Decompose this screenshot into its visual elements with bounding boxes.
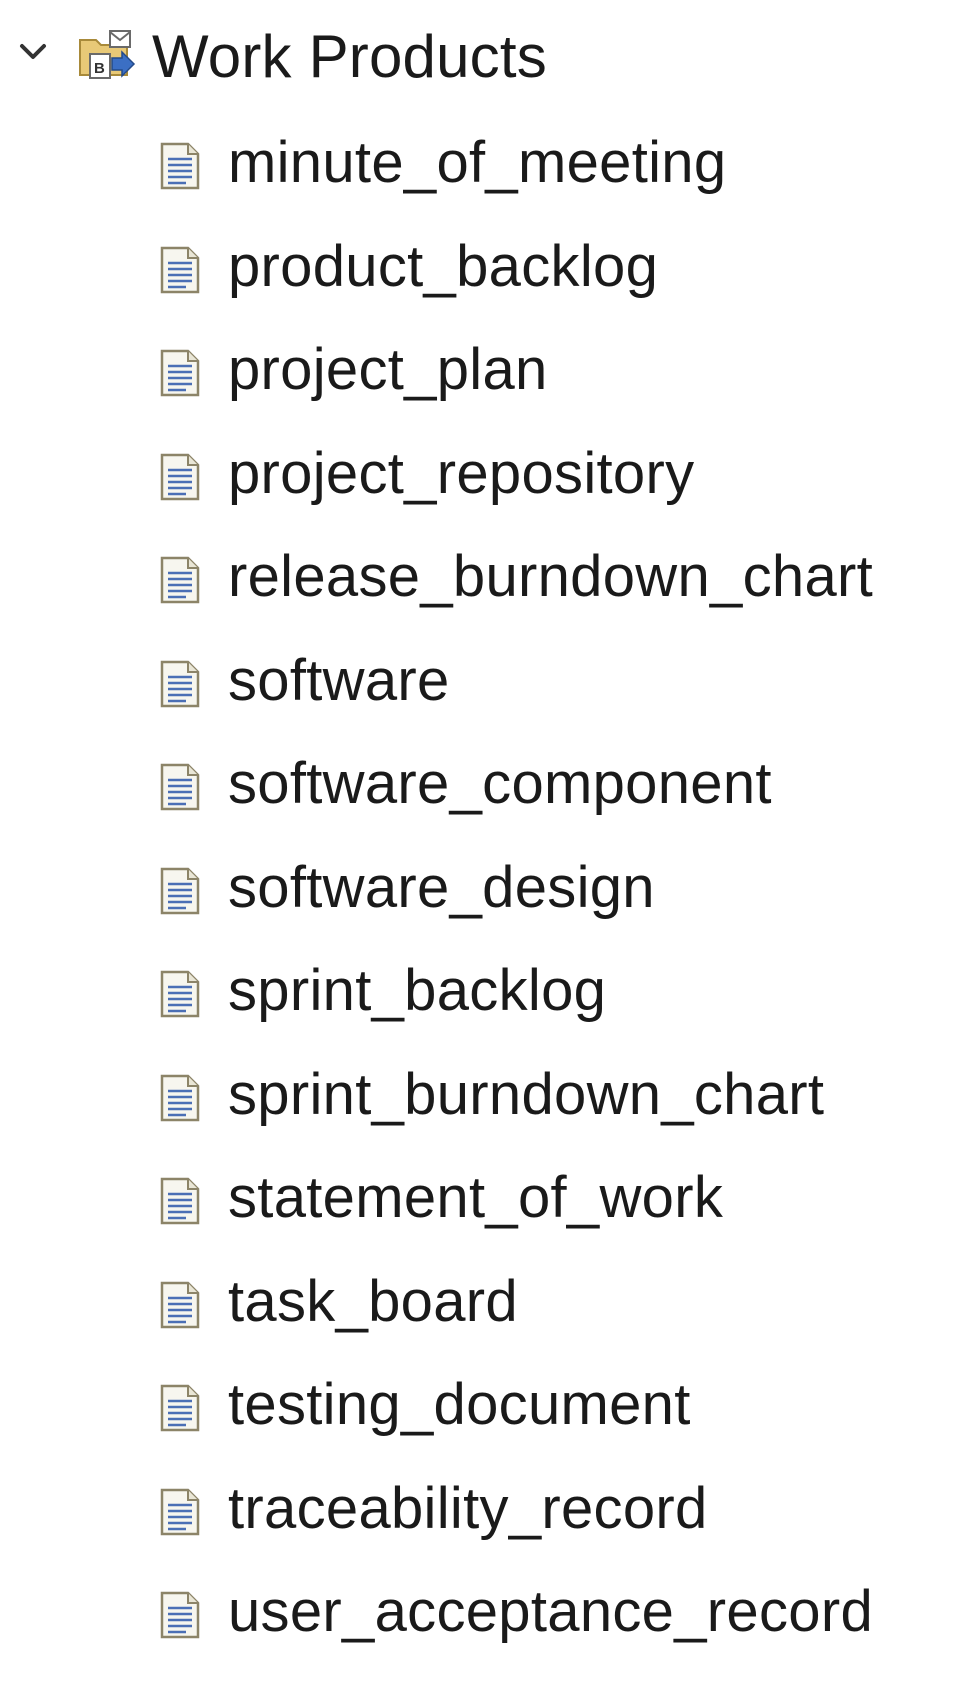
document-icon [160,970,200,1018]
tree-item-label: statement_of_work [228,1165,724,1230]
tree-item-minute-of-meeting[interactable]: minute_of_meeting [0,116,953,220]
document-icon [160,1074,200,1121]
document-icon [160,1591,200,1639]
tree-item-label: software_design [228,854,655,920]
tree-item-label: minute_of_meeting [228,130,727,195]
tree-item-release-burndown-chart[interactable]: release_burndown_chart [0,530,953,634]
document-icon [160,453,200,500]
tree-item-project-repository[interactable]: project_repository [0,427,953,531]
document-icon [160,867,200,914]
tree-item-label: release_burndown_chart [228,544,874,609]
document-icon [160,763,200,811]
work-products-children: minute_of_meeting product_backlog projec… [0,116,953,1669]
document-icon [160,246,200,293]
document-icon [160,349,200,397]
document-icon [160,142,200,190]
tree-item-software-component[interactable]: software_component [0,737,953,841]
chevron-down-icon[interactable] [18,36,48,66]
tree-item-sprint-backlog[interactable]: sprint_backlog [0,944,953,1048]
document-icon [160,1177,200,1225]
tree-item-statement-of-work[interactable]: statement_of_work [0,1151,953,1255]
tree-node-work-products[interactable]: B Work Products [0,14,953,100]
document-icon [160,1281,200,1328]
tree-item-label: project_plan [228,337,548,402]
tree-item-testing-document[interactable]: testing_document [0,1358,953,1462]
tree-item-label: product_backlog [228,233,659,299]
tree-item-software[interactable]: software [0,634,953,738]
tree-item-software-design[interactable]: software_design [0,841,953,945]
tree-item-label: sprint_burndown_chart [228,1061,825,1127]
tree-item-label: sprint_backlog [228,958,607,1023]
tree-item-label: software_component [228,751,772,816]
tree-item-label: user_acceptance_record [228,1579,873,1644]
work-products-folder-icon: B [79,30,136,79]
tree-item-task-board[interactable]: task_board [0,1255,953,1359]
tree-item-traceability-record[interactable]: traceability_record [0,1462,953,1566]
document-icon [160,1384,200,1432]
tree-item-product-backlog[interactable]: product_backlog [0,220,953,324]
tree-item-label: project_repository [228,440,695,506]
tree-item-label: traceability_record [228,1475,708,1541]
tree-item-user-acceptance-record[interactable]: user_acceptance_record [0,1565,953,1669]
tree-item-label: testing_document [228,1372,691,1437]
tree-item-sprint-burndown-chart[interactable]: sprint_burndown_chart [0,1048,953,1152]
document-icon [160,1488,200,1535]
svg-text:B: B [94,60,105,77]
tree-item-project-plan[interactable]: project_plan [0,323,953,427]
document-icon [160,556,200,604]
tree-node-label: Work Products [152,23,547,90]
work-products-tree: B Work Products minute_of_meeting produc… [0,0,953,1695]
tree-item-label: software [228,647,450,713]
tree-item-label: task_board [228,1268,518,1334]
document-icon [160,660,200,707]
